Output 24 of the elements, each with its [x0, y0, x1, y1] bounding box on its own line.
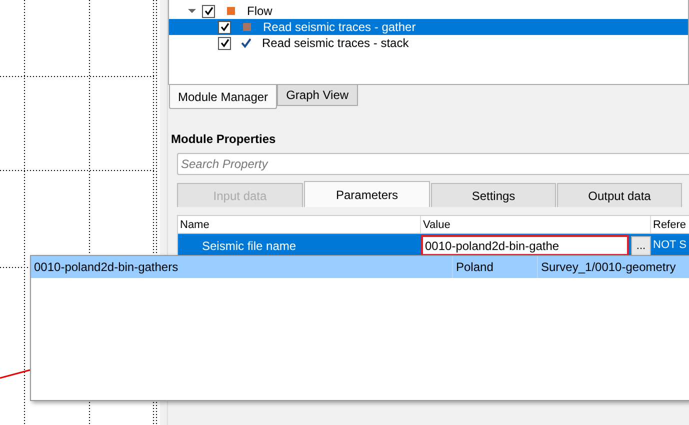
properties-tab[interactable]: Settings: [431, 183, 556, 207]
expand-caret-icon[interactable]: [188, 8, 196, 14]
checkbox[interactable]: [202, 4, 215, 18]
tree-item-label[interactable]: Flow: [247, 2, 272, 20]
tree-item[interactable]: Read seismic traces - gather: [169, 19, 688, 35]
table-cell-text: NOT S: [652, 238, 686, 254]
tree-item[interactable]: Read seismic traces - stack: [169, 35, 688, 51]
table-cell-text: Seismic file name: [201, 238, 298, 254]
panel-tab[interactable]: Module Manager: [169, 85, 278, 109]
search-field[interactable]: Search Property: [177, 153, 689, 175]
column-header[interactable]: Value: [421, 216, 651, 233]
panel-tab[interactable]: Graph View: [277, 85, 358, 106]
browse-button[interactable]: ...: [631, 236, 651, 256]
column-header[interactable]: Refere: [651, 216, 689, 233]
properties-tab[interactable]: Parameters: [304, 181, 430, 207]
section-title: Module Properties: [171, 131, 277, 148]
checkmark-icon: [241, 38, 251, 48]
list-row[interactable]: 0010-poland2d-bin-gathers Poland Survey_1/0010-geometry: [31, 256, 689, 278]
value-field[interactable]: 0010-poland2d-bin-gathe: [421, 235, 629, 256]
column-header[interactable]: Name: [178, 216, 421, 233]
checkbox[interactable]: [218, 36, 231, 50]
checkbox[interactable]: [218, 20, 231, 34]
properties-tab[interactable]: Output data: [557, 183, 682, 207]
table-row[interactable]: Seismic file name 0010-poland2d-bin-gathe ... NOT S: [178, 234, 689, 257]
